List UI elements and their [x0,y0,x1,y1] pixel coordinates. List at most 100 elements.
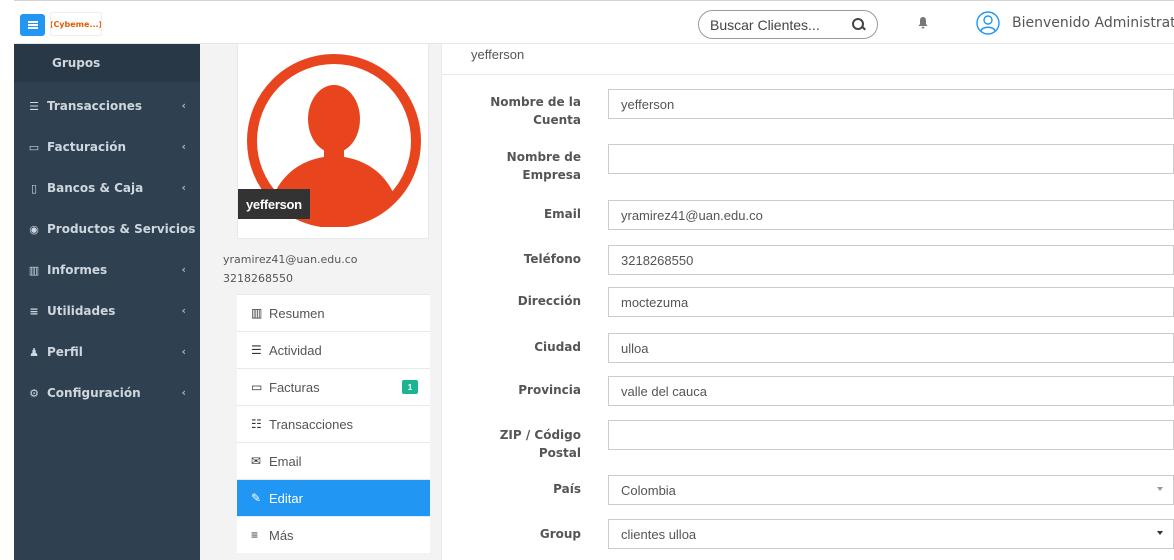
email-field[interactable]: yramirez41@uan.edu.co [608,200,1174,230]
database-icon: ☰ [29,99,39,113]
group-select[interactable]: clientes ulloa [608,519,1174,549]
menu-item-resumen[interactable]: ▥ Resumen [237,294,430,331]
profile-menu: ▥ Resumen ☰ Actividad ▭ Facturas 1 ☷ Tra… [237,294,430,553]
profile-contact: yramirez41@uan.edu.co 3218268550 [223,250,358,288]
credit-card-icon: ▭ [251,380,263,394]
profile-name-tag: yefferson [238,189,310,219]
sidebar-item-utilidades[interactable]: ≡ Utilidades ‹ [14,291,200,331]
sidebar-item-transacciones[interactable]: ☰ Transacciones ‹ [14,86,200,126]
sidebar-item-label: Productos & Servicios [47,222,196,236]
chevron-left-icon: ‹ [181,304,186,317]
sidebar-item-facturacion[interactable]: ▭ Facturación ‹ [14,127,200,167]
search-icon[interactable] [852,17,866,32]
profile-card: yefferson [237,44,429,239]
profile-email: yramirez41@uan.edu.co [223,253,358,266]
app-window: (Cybeme...) Bienvenido Administrator Gru… [0,0,1174,560]
chevron-left-icon: ‹ [181,140,186,153]
sidebar: Grupos ☰ Transacciones ‹ ▭ Facturación ‹… [14,44,200,560]
chevron-left-icon: ‹ [181,263,186,276]
menu-item-editar[interactable]: ✎ Editar [237,479,430,516]
sidebar-item-configuracion[interactable]: ⚙ Configuración ‹ [14,373,200,413]
account-name-label: Nombre de la Cuenta [490,95,581,127]
divider [442,74,1174,75]
company-label: Nombre de Empresa [506,150,581,182]
sidebar-item-perfil[interactable]: ♟ Perfil ‹ [14,332,200,372]
facturas-count-badge: 1 [402,380,418,394]
menu-item-label: Más [269,527,294,543]
sidebar-item-label: Facturación [47,140,127,154]
address-label: Dirección [517,294,581,308]
list-icon: ☷ [251,417,262,431]
top-navbar: (Cybeme...) Bienvenido Administrator [14,0,1174,44]
building-icon: ▯ [30,181,38,195]
menu-item-label: Email [269,453,302,469]
bar-chart-icon: ▥ [251,306,263,320]
menu-item-transacciones[interactable]: ☷ Transacciones [237,405,430,442]
profile-phone: 3218268550 [223,272,293,285]
sidebar-item-label: Bancos & Caja [47,181,144,195]
chevron-down-icon [1157,531,1163,535]
menu-icon [27,24,38,26]
chevron-down-icon [1157,487,1163,491]
pencil-icon: ✎ [251,491,262,505]
align-icon: ≡ [29,304,39,318]
menu-item-label: Transacciones [269,416,354,432]
sidebar-item-label: Configuración [47,386,141,400]
sidebar-item-label: Informes [47,263,108,277]
province-field[interactable]: valle del cauca [608,376,1174,406]
chevron-left-icon: ‹ [181,345,186,358]
chevron-left-icon: ‹ [181,181,186,194]
province-label: Provincia [518,383,581,397]
country-select[interactable]: Colombia [608,475,1174,505]
bell-icon[interactable] [918,17,928,29]
welcome-user-menu[interactable]: Bienvenido Administrator [1012,15,1174,31]
bar-chart-icon: ▥ [28,263,40,277]
city-field[interactable]: ulloa [608,333,1174,363]
sidebar-item-bancos-caja[interactable]: ▯ Bancos & Caja ‹ [14,168,200,208]
sidebar-subitem-grupos[interactable]: Grupos [14,44,200,82]
user-icon: ♟ [29,345,39,359]
menu-item-email[interactable]: ✉ Email [237,442,430,479]
group-select-value: clientes ulloa [621,526,697,542]
sidebar-item-informes[interactable]: ▥ Informes ‹ [14,250,200,290]
country-select-value: Colombia [621,482,676,498]
cogs-icon: ⚙ [29,386,39,400]
edit-form-panel: yefferson Nombre de la Cuenta yefferson … [441,44,1174,560]
brand-logo[interactable]: (Cybeme...) [50,12,102,36]
chevron-left-icon: ‹ [181,99,186,112]
menu-item-label: Facturas [269,379,320,395]
sidebar-item-productos-servicios[interactable]: ◉ Productos & Servicios ‹ [14,209,200,249]
user-avatar-icon[interactable] [976,11,1000,35]
menu-item-label: Editar [269,490,303,506]
cube-icon: ◉ [29,222,39,236]
credit-card-icon: ▭ [28,140,40,154]
account-name-field[interactable]: yefferson [608,89,1174,119]
menu-item-mas[interactable]: ≡ Más [237,516,430,553]
sidebar-item-label: Utilidades [47,304,116,318]
search-input[interactable] [710,16,852,33]
country-label: País [553,482,581,496]
form-title: yefferson [471,47,525,62]
search-box [698,10,878,39]
company-field[interactable] [608,144,1174,174]
sidebar-item-label: Perfil [47,345,83,359]
zip-field[interactable] [608,420,1174,450]
menu-item-label: Actividad [269,342,322,358]
city-label: Ciudad [534,340,581,354]
phone-label: Teléfono [523,252,581,266]
phone-field[interactable]: 3218268550 [608,245,1174,275]
menu-item-actividad[interactable]: ☰ Actividad [237,331,430,368]
menu-item-label: Resumen [269,305,325,321]
group-label: Group [539,527,581,541]
tasks-icon: ☰ [251,343,262,357]
email-label: Email [543,207,581,221]
menu-item-facturas[interactable]: ▭ Facturas 1 [237,368,430,405]
zip-label: ZIP / Código Postal [499,428,581,460]
sidebar-toggle-button[interactable] [20,14,45,36]
main-content: yefferson yramirez41@uan.edu.co 32182685… [200,44,1174,560]
chevron-left-icon: ‹ [187,222,192,235]
bars-icon: ≡ [251,528,259,542]
envelope-icon: ✉ [251,454,262,468]
address-field[interactable]: moctezuma [608,287,1174,317]
chevron-left-icon: ‹ [181,386,186,399]
